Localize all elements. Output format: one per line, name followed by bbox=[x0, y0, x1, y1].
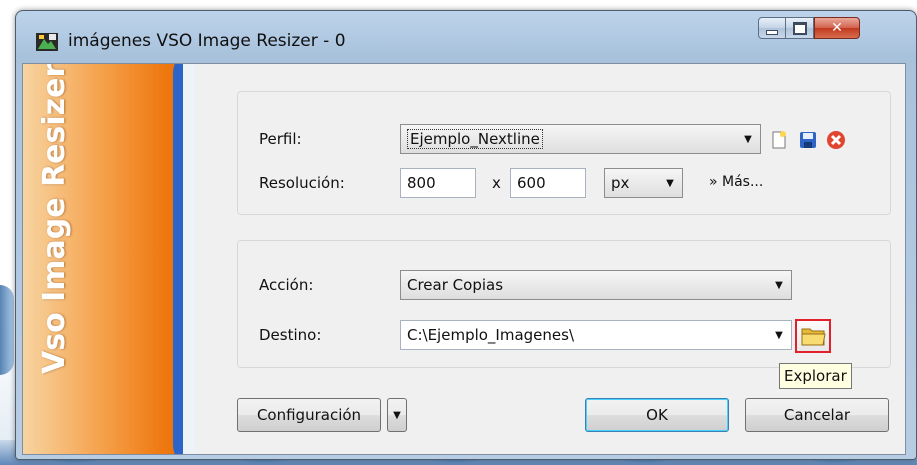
chevron-down-icon: ▼ bbox=[775, 329, 783, 341]
new-profile-icon[interactable] bbox=[769, 130, 789, 150]
brand-banner: Vso Image Resizer bbox=[23, 64, 195, 454]
action-value: Crear Copias bbox=[407, 276, 504, 294]
folder-icon bbox=[801, 328, 826, 346]
unit-value: px bbox=[611, 174, 630, 192]
close-icon: ✕ bbox=[831, 20, 843, 36]
height-input[interactable]: 600 bbox=[510, 168, 586, 198]
banner-brand: Vso Image Resizer bbox=[37, 64, 72, 374]
settings-dropdown-button[interactable]: ▼ bbox=[387, 398, 407, 432]
destination-input[interactable]: C:\Ejemplo_Imagenes\ ▼ bbox=[400, 320, 792, 350]
cancel-button[interactable]: Cancelar bbox=[745, 398, 889, 432]
maximize-button[interactable] bbox=[786, 17, 814, 39]
profile-select[interactable]: Ejemplo_Nextline ▼ bbox=[400, 124, 761, 154]
destination-value: C:\Ejemplo_Imagenes\ bbox=[407, 326, 575, 344]
ok-button[interactable]: OK bbox=[585, 398, 729, 432]
unit-select[interactable]: px ▼ bbox=[604, 168, 683, 198]
profile-value: Ejemplo_Nextline bbox=[407, 129, 543, 149]
resolution-separator: x bbox=[492, 174, 501, 192]
destination-label: Destino: bbox=[259, 326, 322, 344]
save-icon[interactable] bbox=[798, 130, 818, 150]
banner-logo: Vso bbox=[37, 312, 72, 374]
minimize-icon bbox=[766, 29, 778, 35]
width-input[interactable]: 800 bbox=[400, 168, 476, 198]
action-label: Acción: bbox=[259, 276, 314, 294]
chevron-down-icon: ▼ bbox=[666, 177, 674, 189]
maximize-icon bbox=[792, 21, 807, 35]
delete-icon[interactable] bbox=[826, 130, 846, 150]
browse-tooltip: Explorar bbox=[779, 363, 852, 389]
chevron-down-icon: ▼ bbox=[393, 409, 401, 421]
chevron-down-icon: ▼ bbox=[775, 279, 783, 291]
profile-label: Perfil: bbox=[259, 130, 302, 148]
app-icon bbox=[36, 33, 58, 51]
close-button[interactable]: ✕ bbox=[814, 17, 860, 39]
chevron-down-icon: ▼ bbox=[744, 133, 752, 145]
more-link[interactable]: » Más... bbox=[709, 174, 763, 190]
resolution-label: Resolución: bbox=[259, 174, 345, 192]
app-window: imágenes VSO Image Resizer - 0 ✕ Vso Ima… bbox=[15, 10, 917, 460]
action-select[interactable]: Crear Copias ▼ bbox=[400, 270, 792, 300]
title-bar[interactable]: imágenes VSO Image Resizer - 0 ✕ bbox=[16, 11, 916, 63]
browse-button[interactable] bbox=[795, 319, 831, 353]
desktop-shape bbox=[0, 285, 14, 375]
minimize-button[interactable] bbox=[758, 17, 786, 39]
window-title: imágenes VSO Image Resizer - 0 bbox=[68, 31, 346, 51]
dialog-body: Vso Image Resizer Perfil: Ejemplo_Nextli… bbox=[22, 63, 906, 455]
banner-title: Image Resizer bbox=[37, 64, 72, 302]
banner-edge bbox=[183, 64, 195, 454]
settings-button[interactable]: Configuración bbox=[237, 398, 381, 432]
